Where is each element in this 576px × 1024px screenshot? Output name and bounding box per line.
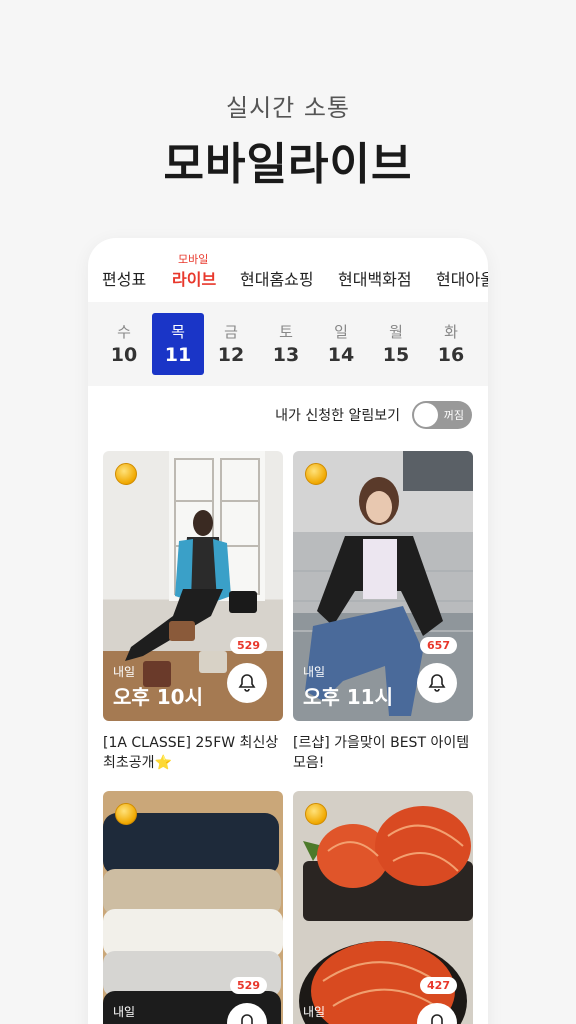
bell-icon[interactable] — [227, 663, 267, 703]
day-number: 11 — [164, 344, 192, 366]
live-title: [르샵] 가을맞이 BEST 아이템 모음! — [293, 735, 470, 771]
alerts-toggle[interactable]: 꺼짐 — [412, 401, 472, 429]
broadcast-day: 내일 — [303, 1005, 326, 1019]
tab-label: 라이브 — [172, 270, 217, 289]
coin-icon — [115, 463, 137, 485]
tab-label: 현대백화점 — [338, 270, 412, 289]
phone-frame: 편성표 모바일 라이브 현대홈쇼핑 현대백화점 현대아울 수 10 목 11 금 12… — [88, 238, 488, 1024]
day-of-week: 화 — [444, 323, 458, 341]
bell-icon[interactable] — [417, 663, 457, 703]
day-item[interactable]: 금 12 — [205, 313, 257, 375]
day-item[interactable]: 일 14 — [315, 313, 367, 375]
day-of-week: 월 — [389, 323, 403, 341]
my-alerts-label: 내가 신청한 알림보기 — [275, 408, 400, 424]
day-item[interactable]: 월 15 — [370, 313, 422, 375]
live-card[interactable]: 529 내일 — [103, 791, 283, 1024]
tab-label: 현대홈쇼핑 — [240, 270, 314, 289]
broadcast-time: 오후 10시 — [113, 685, 203, 709]
day-of-week: 금 — [224, 323, 238, 341]
day-number: 13 — [272, 344, 300, 366]
broadcast-day: 내일 — [113, 665, 136, 679]
live-thumbnail: 529 내일 — [103, 791, 283, 1024]
broadcast-day: 내일 — [113, 1005, 136, 1019]
live-card[interactable]: 657 내일 오후 11시 [르샵] 가을맞이 BEST 아이템 모음! — [293, 451, 473, 773]
alert-count-badge: 427 — [420, 977, 457, 994]
coin-icon — [305, 463, 327, 485]
tab-sup-label: 모바일 — [178, 253, 209, 266]
day-number: 14 — [327, 344, 355, 366]
day-item[interactable]: 토 13 — [260, 313, 312, 375]
live-thumbnail: 529 내일 오후 10시 — [103, 451, 283, 721]
tab-label: 현대아울 — [436, 270, 488, 289]
live-title: [1A CLASSE] 25FW 최신상 최초공개⭐ — [103, 735, 279, 771]
tab-mobile-live[interactable]: 모바일 라이브 — [172, 253, 217, 290]
day-item[interactable]: 수 10 — [98, 313, 150, 375]
day-number: 10 — [110, 344, 138, 366]
tab-hyundai-department-store[interactable]: 현대백화점 — [338, 266, 412, 290]
day-of-week: 토 — [279, 323, 293, 341]
top-tab-bar: 편성표 모바일 라이브 현대홈쇼핑 현대백화점 현대아울 — [88, 238, 488, 302]
live-thumbnail: 427 내일 — [293, 791, 473, 1024]
coin-icon — [115, 803, 137, 825]
day-number: 16 — [437, 344, 465, 366]
coin-icon — [305, 803, 327, 825]
day-item-selected[interactable]: 목 11 — [152, 313, 204, 375]
tab-hyundai-outlet[interactable]: 현대아울 — [436, 266, 488, 290]
hero-subtitle: 실시간 소통 — [225, 94, 351, 122]
date-selector: 수 10 목 11 금 12 토 13 일 14 월 15 화 16 — [88, 302, 488, 386]
live-card[interactable]: 529 내일 오후 10시 [1A CLASSE] 25FW 최신상 최초공개⭐ — [103, 451, 283, 773]
day-number: 15 — [382, 344, 410, 366]
hero-title: 모바일라이브 — [163, 139, 413, 190]
tab-schedule[interactable]: 편성표 — [102, 266, 146, 290]
day-of-week: 수 — [117, 323, 131, 341]
toggle-state-label: 꺼짐 — [443, 409, 464, 422]
toggle-knob — [414, 403, 438, 427]
broadcast-time: 오후 11시 — [303, 685, 393, 709]
alert-count-badge: 529 — [230, 637, 267, 654]
day-number: 12 — [217, 344, 245, 366]
day-of-week: 일 — [334, 323, 348, 341]
alert-count-badge: 657 — [420, 637, 457, 654]
alert-count-badge: 529 — [230, 977, 267, 994]
live-card[interactable]: 427 내일 — [293, 791, 473, 1024]
live-thumbnail: 657 내일 오후 11시 — [293, 451, 473, 721]
my-alerts-row: 내가 신청한 알림보기 꺼짐 — [275, 400, 472, 430]
broadcast-day: 내일 — [303, 665, 326, 679]
tab-label: 편성표 — [102, 270, 147, 289]
day-item[interactable]: 화 16 — [425, 313, 477, 375]
day-of-week: 목 — [171, 323, 185, 341]
tab-hyundai-homeshopping[interactable]: 현대홈쇼핑 — [240, 266, 314, 290]
